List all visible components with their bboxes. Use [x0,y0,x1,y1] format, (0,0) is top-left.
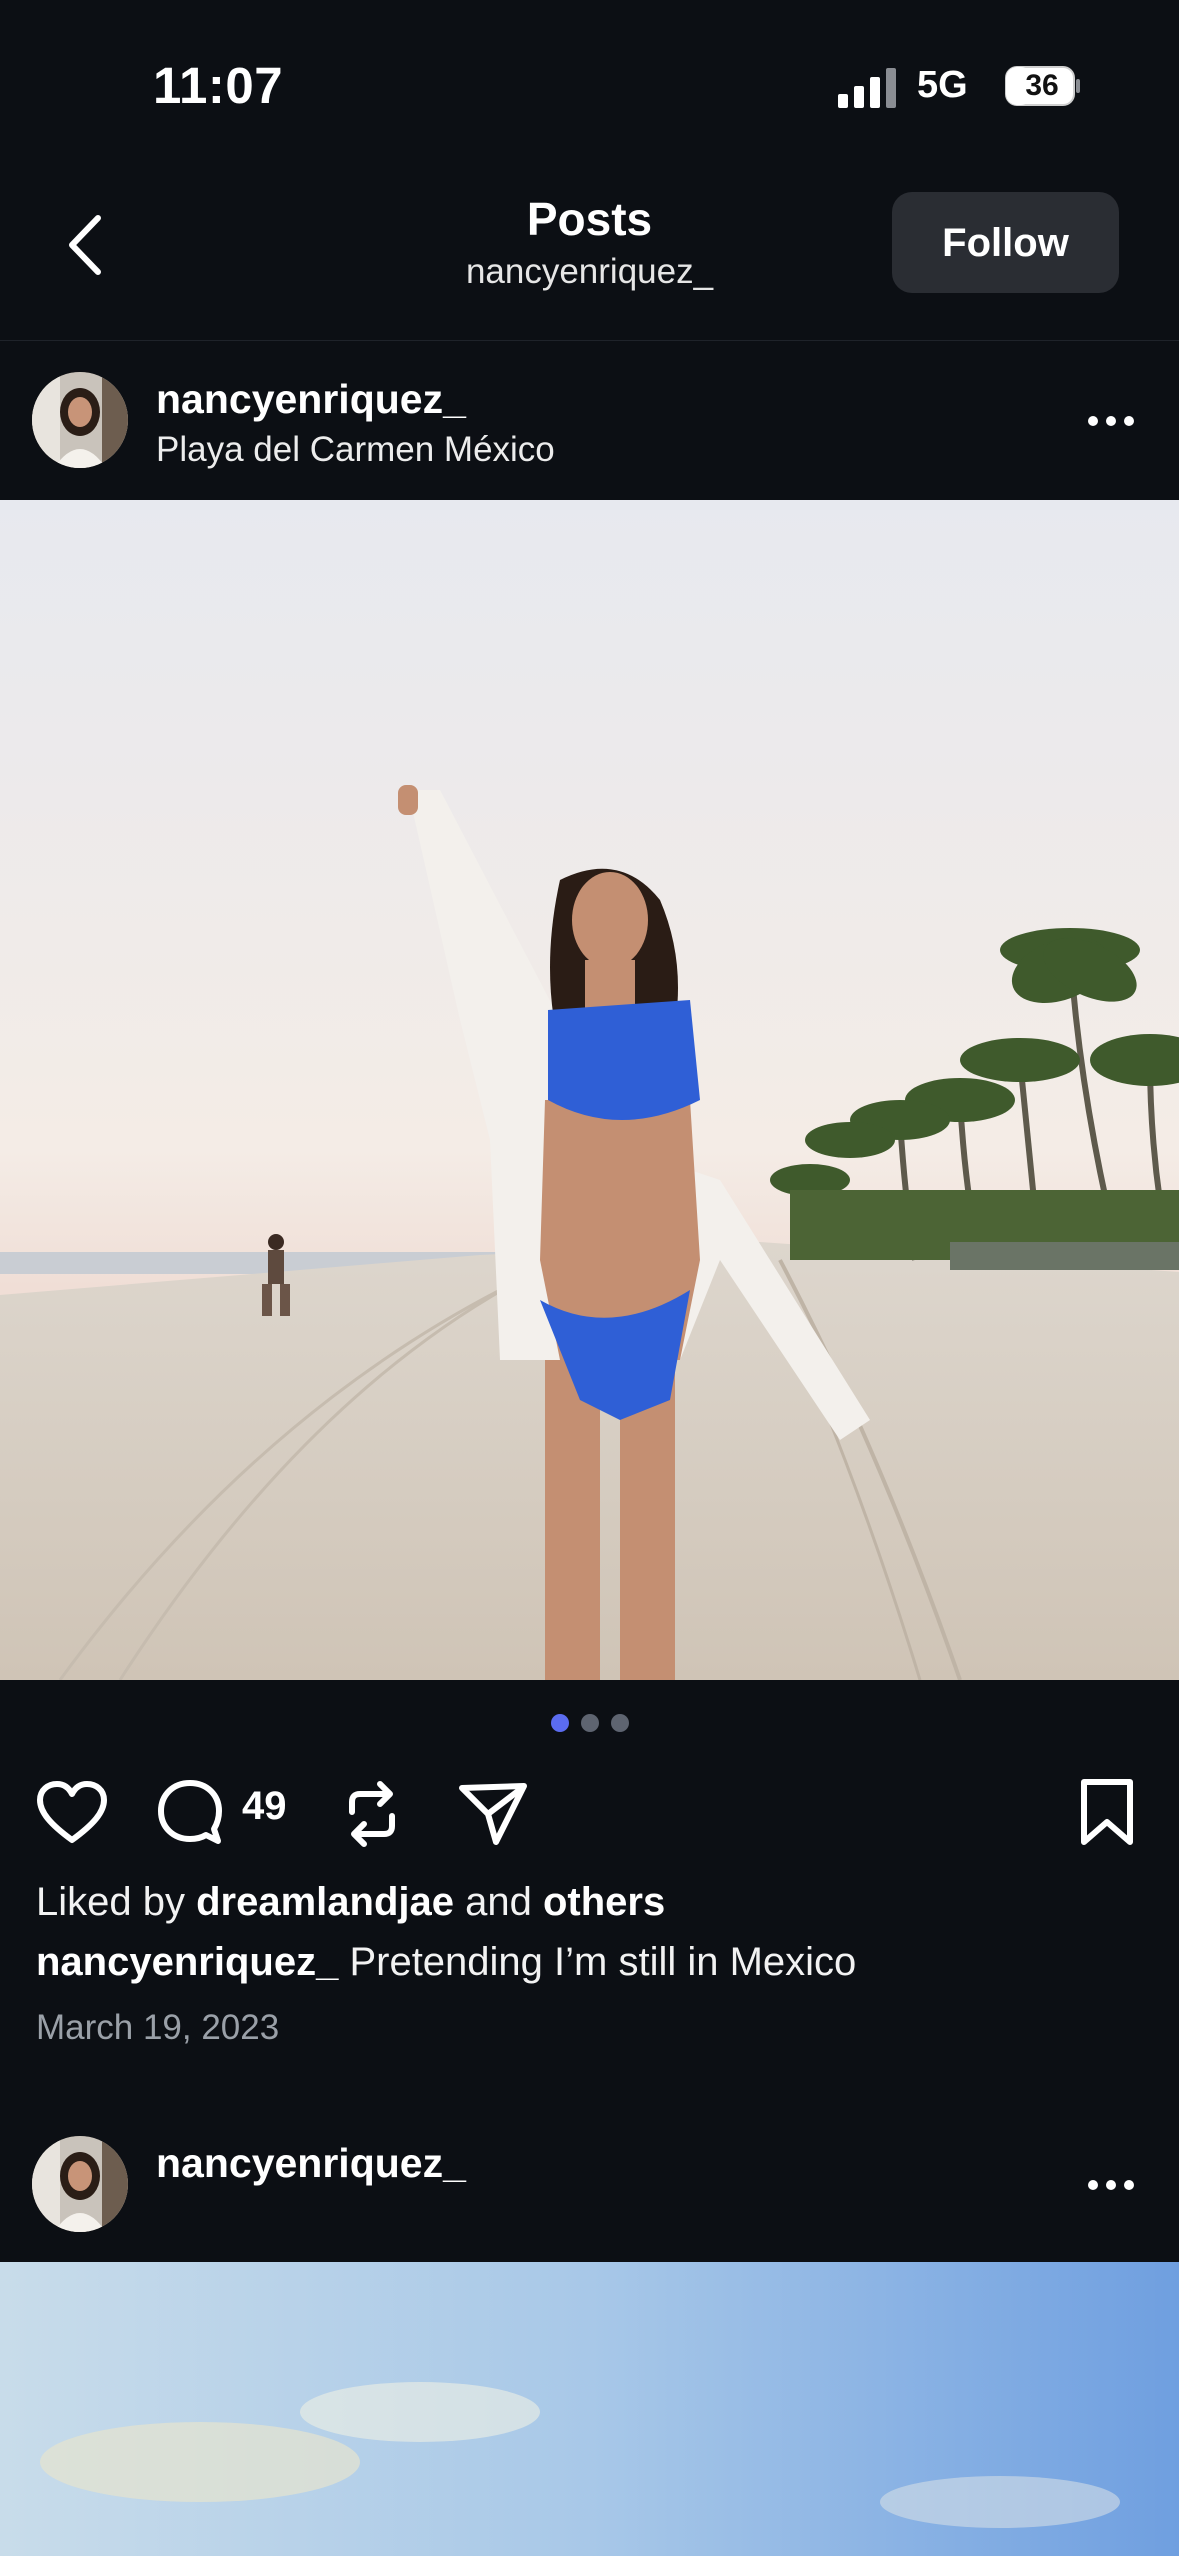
caption-username[interactable]: nancyenriquez_ [36,1940,338,1984]
follow-button[interactable]: Follow [892,192,1119,293]
bookmark-icon[interactable] [1078,1778,1136,1848]
comment-icon[interactable] [156,1778,224,1848]
carousel-dot [580,1714,599,1732]
carousel-dot-active [550,1714,569,1732]
more-icon[interactable] [1086,414,1136,428]
network-label: 5G [917,64,968,106]
next-post-header: nancyenriquez_ [0,2104,1179,2264]
comment-count: 49 [242,1784,287,1828]
post-username[interactable]: nancyenriquez_ [156,376,466,423]
status-bar: 11:07 5G 36 [0,0,1179,150]
caption: nancyenriquez_ Pretending I’m still in M… [36,1940,856,1985]
like-icon[interactable] [36,1780,108,1846]
screen: 11:07 5G 36 Posts nancyenriquez_ Follow [0,0,1179,2556]
status-time: 11:07 [153,57,284,114]
share-icon[interactable] [458,1780,528,1846]
post-image[interactable] [0,500,1179,1680]
battery-level: 36 [1025,69,1059,102]
next-post-image[interactable] [0,2262,1179,2556]
post-header: nancyenriquez_ Playa del Carmen México [0,340,1179,500]
post-location[interactable]: Playa del Carmen México [156,430,555,470]
likes-prefix: Liked by [36,1880,197,1924]
nav-header: Posts nancyenriquez_ Follow [0,150,1179,341]
likes-middle: and [454,1880,543,1924]
caption-text: Pretending I’m still in Mexico [338,1940,857,1984]
likes-line: Liked by dreamlandjae and others [36,1880,665,1925]
carousel-dots [0,1714,1179,1736]
repost-icon[interactable] [342,1778,402,1850]
more-icon[interactable] [1086,2178,1136,2192]
likes-others[interactable]: others [543,1880,665,1924]
next-post-username[interactable]: nancyenriquez_ [156,2140,466,2187]
likes-user[interactable]: dreamlandjae [196,1880,454,1924]
post-date: March 19, 2023 [36,2008,280,2047]
avatar[interactable] [32,2136,128,2232]
action-bar: 49 [0,1770,1179,1860]
carousel-dot [610,1714,629,1732]
signal-icon [838,68,896,108]
avatar[interactable] [32,372,128,468]
